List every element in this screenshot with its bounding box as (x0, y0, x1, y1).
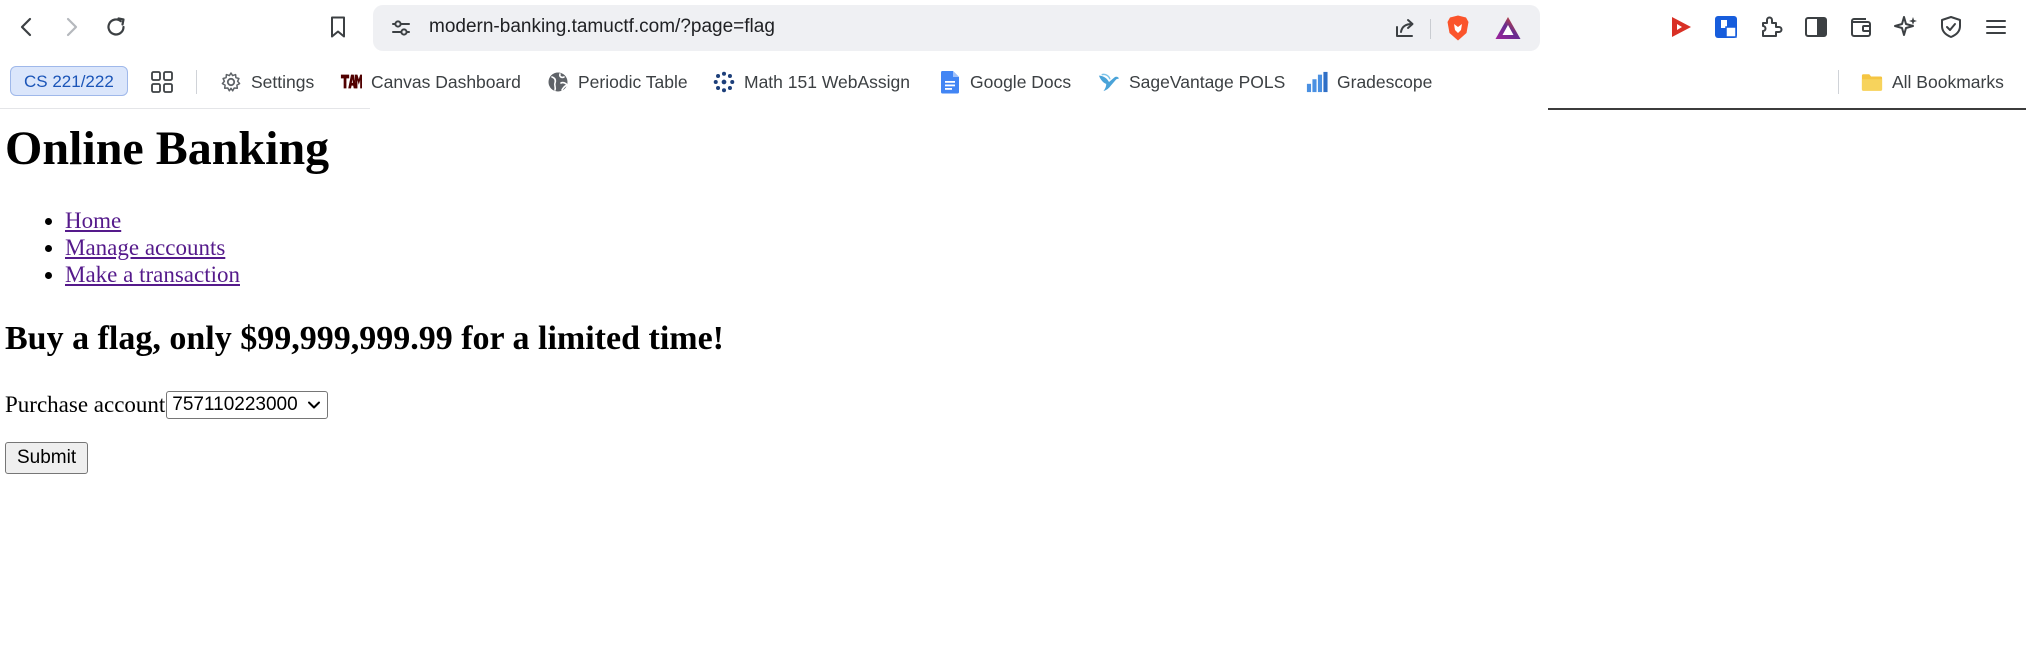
extensions-icon[interactable] (1756, 12, 1786, 42)
bookmark-label: Periodic Table (578, 71, 688, 92)
forward-button[interactable] (54, 10, 88, 44)
bitwarden-extension-icon[interactable] (1711, 12, 1741, 42)
site-settings-icon[interactable] (387, 14, 415, 42)
bookmark-label: Math 151 WebAssign (744, 71, 911, 92)
urlbar-separator (1430, 19, 1431, 39)
reload-button[interactable] (99, 10, 133, 44)
web-page: Online Banking Home Manage accounts Make… (0, 109, 2026, 663)
nav-link-manage-accounts[interactable]: Manage accounts (65, 235, 225, 260)
bookmark-label: Gradescope (1337, 71, 1433, 92)
brave-rewards-icon[interactable] (1494, 14, 1522, 42)
sidebar-toggle-icon[interactable] (1801, 12, 1831, 42)
bookmark-label: Google Docs (970, 71, 1072, 92)
reload-icon (107, 17, 125, 36)
bookmark-canvas-dashboard[interactable]: Canvas Dashboard (340, 68, 521, 96)
bookmark-group-tab[interactable]: CS 221/222 (10, 66, 128, 96)
webassign-icon (713, 71, 735, 93)
gear-icon (220, 71, 242, 93)
chevron-down-icon (307, 400, 321, 410)
brave-shields-icon[interactable] (1444, 14, 1472, 42)
apps-grid-icon (151, 71, 173, 93)
arrow-right-icon (66, 17, 78, 37)
vpn-shield-icon[interactable] (1936, 12, 1966, 42)
bookmark-gradescope[interactable]: Gradescope (1306, 68, 1432, 96)
bar-chart-icon (1306, 71, 1328, 93)
bookmark-math-151-webassign[interactable]: Math 151 WebAssign (713, 68, 910, 96)
nav-list: Home Manage accounts Make a transaction (0, 207, 240, 288)
leo-ai-icon[interactable] (1891, 12, 1921, 42)
purchase-account-label: Purchase account (5, 392, 166, 417)
nav-link-home[interactable]: Home (65, 208, 121, 233)
nav-link-make-transaction[interactable]: Make a transaction (65, 262, 240, 287)
submit-button[interactable]: Submit (5, 442, 89, 474)
offer-heading: Buy a flag, only $99,999,999.99 for a li… (5, 320, 724, 357)
bookmark-label: All Bookmarks (1892, 71, 2004, 92)
bookmark-page-button[interactable] (321, 10, 355, 44)
all-bookmarks-button[interactable]: All Bookmarks (1861, 68, 2004, 96)
browser-toolbar: modern-banking.tamuctf.com/?page=flag (0, 0, 2026, 56)
bookmark-google-docs[interactable]: Google Docs (939, 68, 1071, 96)
bookmarks-divider (1838, 70, 1839, 94)
purchase-account-select[interactable]: 757110223000 (166, 391, 328, 419)
tamu-logo-icon (340, 71, 362, 93)
nav-item: Home (65, 207, 240, 234)
video-extension-icon[interactable] (1666, 12, 1696, 42)
wallet-icon[interactable] (1846, 12, 1876, 42)
url-text[interactable]: modern-banking.tamuctf.com/?page=flag (429, 16, 775, 38)
arrow-left-icon (20, 17, 32, 37)
bookmark-label: Canvas Dashboard (371, 71, 521, 92)
bookmark-sagevantage-pols[interactable]: SageVantage POLS (1098, 68, 1285, 96)
bookmark-settings[interactable]: Settings (220, 68, 314, 96)
back-button[interactable] (10, 10, 44, 44)
bookmarks-divider (196, 70, 197, 94)
share-icon[interactable] (1391, 14, 1419, 42)
purchase-form-row: Purchase account 757110223000 (5, 391, 328, 419)
bird-icon (1098, 71, 1120, 93)
bookmark-label: SageVantage POLS (1129, 71, 1286, 92)
folder-icon (1861, 71, 1883, 93)
bookmarks-bar: CS 221/222 Settings Canvas Dashboard Per… (0, 56, 2026, 108)
nav-item: Manage accounts (65, 234, 240, 261)
globe-icon (547, 71, 569, 93)
selected-account: 757110223000 (172, 394, 298, 415)
menu-icon[interactable] (1981, 12, 2011, 42)
bookmark-periodic-table[interactable]: Periodic Table (547, 68, 688, 96)
google-docs-icon (939, 71, 961, 94)
apps-grid-button[interactable] (150, 68, 174, 96)
address-bar[interactable]: modern-banking.tamuctf.com/?page=flag (373, 5, 1540, 51)
bookmark-icon (331, 16, 345, 38)
page-title: Online Banking (5, 122, 330, 175)
bookmark-label: Settings (251, 71, 315, 92)
nav-item: Make a transaction (65, 261, 240, 288)
